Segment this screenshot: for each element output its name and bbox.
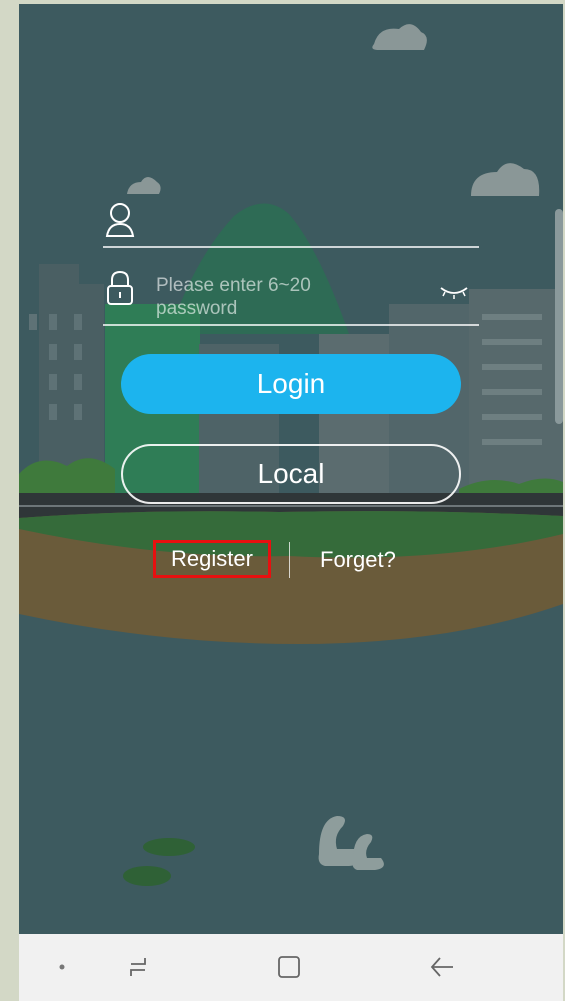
register-link[interactable]: Register	[153, 540, 271, 578]
back-icon[interactable]	[427, 952, 457, 982]
account-links: Register Forget?	[19, 539, 563, 579]
username-field[interactable]	[103, 194, 479, 248]
login-button[interactable]: Login	[121, 354, 461, 414]
lock-icon	[107, 270, 133, 305]
app-screen: Please enter 6~20 password Login Local R…	[19, 4, 563, 934]
password-placeholder: Please enter 6~20 password	[156, 275, 311, 319]
password-field[interactable]: Please enter 6~20 password	[103, 262, 479, 326]
dot-icon[interactable]	[47, 952, 77, 982]
user-icon	[105, 203, 135, 237]
eye-closed-icon[interactable]	[439, 284, 469, 300]
home-icon[interactable]	[274, 952, 304, 982]
phone-frame: Please enter 6~20 password Login Local R…	[19, 4, 563, 1001]
recent-apps-icon[interactable]	[123, 952, 153, 982]
local-button[interactable]: Local	[121, 444, 461, 504]
android-navigation-bar	[19, 934, 563, 1001]
forget-password-link[interactable]: Forget?	[320, 545, 396, 575]
links-divider	[289, 542, 290, 578]
